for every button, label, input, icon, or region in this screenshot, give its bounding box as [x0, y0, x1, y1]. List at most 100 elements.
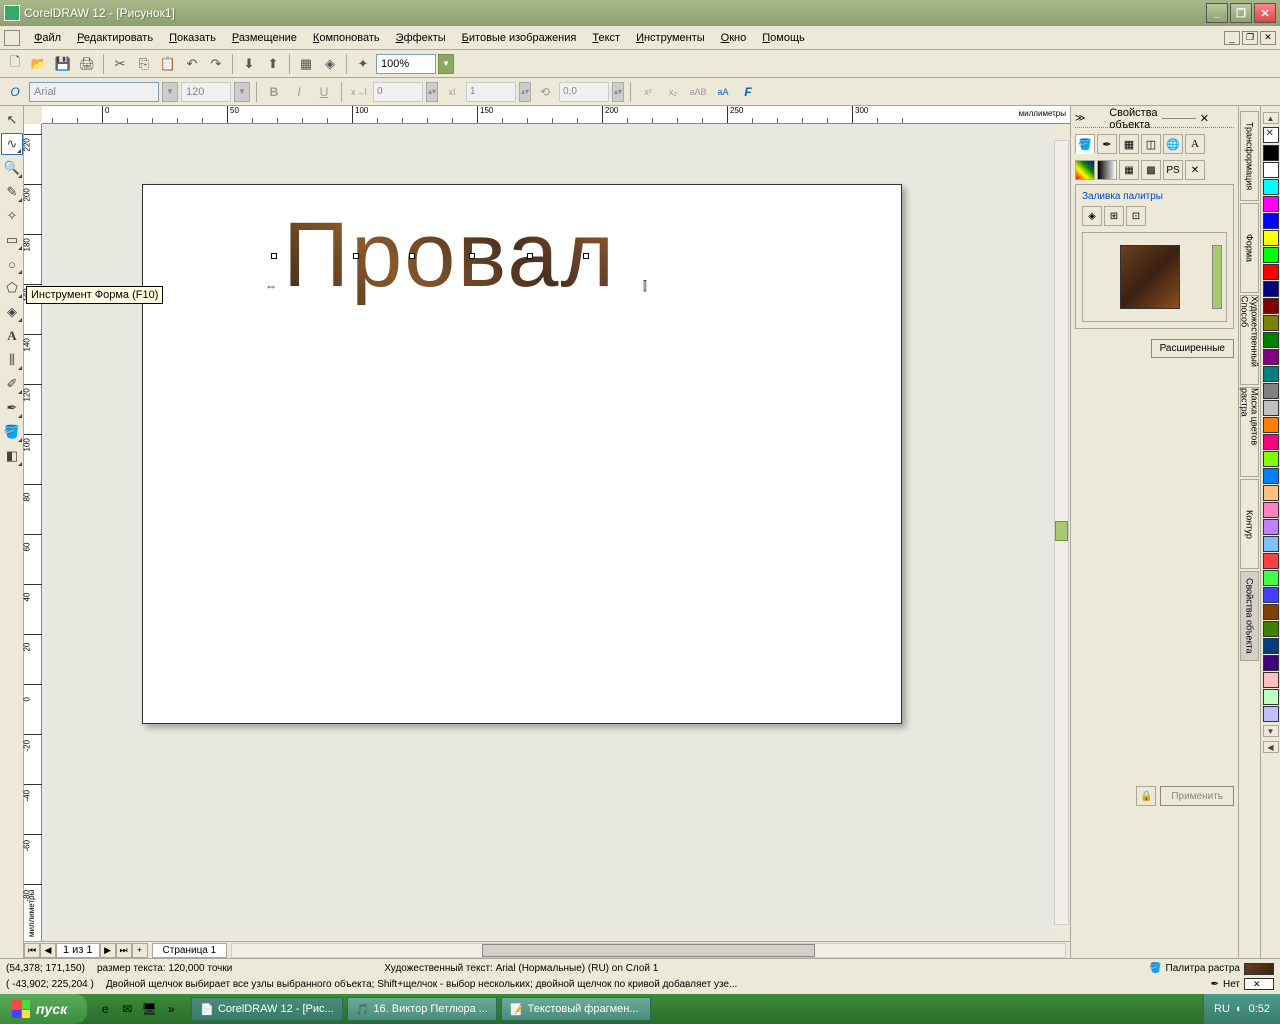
xoffset-arrows[interactable]: ▴▾	[519, 82, 531, 102]
color-swatch[interactable]	[1263, 655, 1279, 671]
selection-handle[interactable]	[353, 253, 359, 259]
color-swatch[interactable]	[1263, 417, 1279, 433]
menu-help[interactable]: Помощь	[754, 29, 813, 47]
ql-ie-icon[interactable]: e	[95, 998, 115, 1020]
lock-button[interactable]: 🔒	[1136, 786, 1156, 806]
color-swatch[interactable]	[1263, 281, 1279, 297]
zoom-dropdown-arrow[interactable]: ▼	[438, 54, 454, 74]
eyedropper-tool[interactable]: ✐	[1, 373, 23, 395]
selection-handle[interactable]	[271, 253, 277, 259]
tray-icon[interactable]: ◐	[1236, 1003, 1243, 1015]
tab-outline[interactable]: Контур	[1240, 479, 1259, 569]
color-swatch[interactable]	[1263, 213, 1279, 229]
options-button[interactable]: ✦	[352, 53, 374, 75]
color-swatch[interactable]	[1263, 162, 1279, 178]
horizontal-scrollbar[interactable]	[231, 943, 1066, 958]
color-swatch[interactable]	[1263, 570, 1279, 586]
menu-edit[interactable]: Редактировать	[69, 29, 161, 47]
color-swatch[interactable]	[1263, 145, 1279, 161]
mdi-close[interactable]: ✕	[1260, 31, 1276, 45]
color-swatch[interactable]	[1263, 621, 1279, 637]
horizontal-ruler[interactable]: миллиметры 050100150200250300	[42, 106, 1070, 124]
ql-desktop-icon[interactable]: 🖥	[139, 998, 159, 1020]
corel-button[interactable]: ◈	[319, 53, 341, 75]
palette-flyout-arrow[interactable]: ◀	[1263, 741, 1279, 753]
fill-tab[interactable]: 🪣	[1075, 134, 1095, 154]
outline-tab[interactable]: ✒	[1097, 134, 1117, 154]
scroll-thumb-h[interactable]	[482, 944, 815, 957]
palette-btn-1[interactable]: ◈	[1082, 206, 1102, 226]
undo-button[interactable]: ↶	[181, 53, 203, 75]
allcaps-button[interactable]: aAB	[687, 81, 709, 103]
color-swatch[interactable]	[1263, 638, 1279, 654]
open-button[interactable]: 📂	[28, 53, 50, 75]
color-swatch[interactable]	[1263, 604, 1279, 620]
fill-swatch[interactable]	[1244, 963, 1274, 975]
size-dropdown[interactable]: ▼	[234, 82, 250, 102]
superscript-button[interactable]: x²	[637, 81, 659, 103]
maximize-button[interactable]: ❐	[1230, 3, 1252, 23]
color-swatch[interactable]	[1263, 451, 1279, 467]
color-swatch[interactable]	[1263, 706, 1279, 722]
color-swatch[interactable]	[1263, 315, 1279, 331]
vertical-ruler[interactable]: миллиметры 22020018016014012010080604020…	[24, 124, 42, 941]
text-tool[interactable]: A	[1, 325, 23, 347]
menu-arrange[interactable]: Компоновать	[305, 29, 388, 47]
pick-tool[interactable]: ↖	[1, 109, 23, 131]
pattern-fill-button[interactable]: ▦	[1119, 160, 1139, 180]
close-button[interactable]: ✕	[1254, 3, 1276, 23]
color-swatch[interactable]	[1263, 298, 1279, 314]
color-swatch[interactable]	[1263, 485, 1279, 501]
freehand-tool[interactable]: ✎	[1, 181, 23, 203]
ql-mail-icon[interactable]: ✉	[117, 998, 137, 1020]
print-button[interactable]: 🖨	[76, 53, 98, 75]
text-arrow-right[interactable]: ⫿	[643, 279, 647, 294]
color-swatch[interactable]	[1263, 349, 1279, 365]
last-page-button[interactable]: ⏭	[116, 943, 132, 958]
canvas[interactable]: Провал ⇔ ⫿	[42, 124, 1070, 941]
mdi-restore[interactable]: ❐	[1242, 31, 1258, 45]
menu-tools[interactable]: Инструменты	[628, 29, 713, 47]
color-swatch[interactable]	[1263, 264, 1279, 280]
next-page-button[interactable]: ▶	[100, 943, 116, 958]
no-color-swatch[interactable]	[1263, 127, 1279, 143]
palette-up-arrow[interactable]: ▲	[1263, 112, 1279, 124]
tab-mask[interactable]: Маска цветов растра	[1240, 387, 1259, 477]
italic-button[interactable]: I	[288, 81, 310, 103]
subscript-button[interactable]: x₂	[662, 81, 684, 103]
artistic-text-object[interactable]: Провал	[283, 203, 616, 308]
ql-expand-icon[interactable]: »	[161, 998, 181, 1020]
color-swatch[interactable]	[1263, 502, 1279, 518]
palette-down-arrow[interactable]: ▼	[1263, 725, 1279, 737]
color-swatch[interactable]	[1263, 536, 1279, 552]
internet-tab[interactable]: 🌐	[1163, 134, 1183, 154]
menu-window[interactable]: Окно	[713, 29, 755, 47]
detail-tab[interactable]: ◫	[1141, 134, 1161, 154]
bold-button[interactable]: B	[263, 81, 285, 103]
color-swatch[interactable]	[1263, 468, 1279, 484]
page-tab-1[interactable]: Страница 1	[152, 943, 228, 958]
fountain-fill-button[interactable]	[1097, 160, 1117, 180]
cut-button[interactable]: ✂	[109, 53, 131, 75]
menu-effects[interactable]: Эффекты	[388, 29, 454, 47]
tab-transformation[interactable]: Трансформация	[1240, 111, 1259, 201]
color-swatch[interactable]	[1263, 587, 1279, 603]
polygon-tool[interactable]: ⬠	[1, 277, 23, 299]
color-swatch[interactable]	[1263, 230, 1279, 246]
texture-scroll[interactable]	[1212, 245, 1222, 309]
save-button[interactable]: 💾	[52, 53, 74, 75]
menu-view[interactable]: Показать	[161, 29, 224, 47]
texture-preview[interactable]	[1120, 245, 1180, 309]
color-swatch[interactable]	[1263, 519, 1279, 535]
apply-button[interactable]: Применить	[1160, 786, 1234, 806]
palette-btn-3[interactable]: ⊡	[1126, 206, 1146, 226]
taskbar-task-2[interactable]: 🎵 16. Виктор Петлюра ...	[347, 997, 497, 1021]
text-arrow-left[interactable]: ⇔	[265, 279, 277, 293]
menu-text[interactable]: Текст	[584, 29, 628, 47]
font-size-combo[interactable]: 120	[181, 82, 231, 102]
general-tab[interactable]: ▦	[1119, 134, 1139, 154]
start-button[interactable]: пуск	[0, 994, 87, 1024]
vertical-scrollbar[interactable]	[1053, 124, 1070, 941]
tab-shape[interactable]: Форма	[1240, 203, 1259, 293]
smart-draw-tool[interactable]: ✧	[1, 205, 23, 227]
